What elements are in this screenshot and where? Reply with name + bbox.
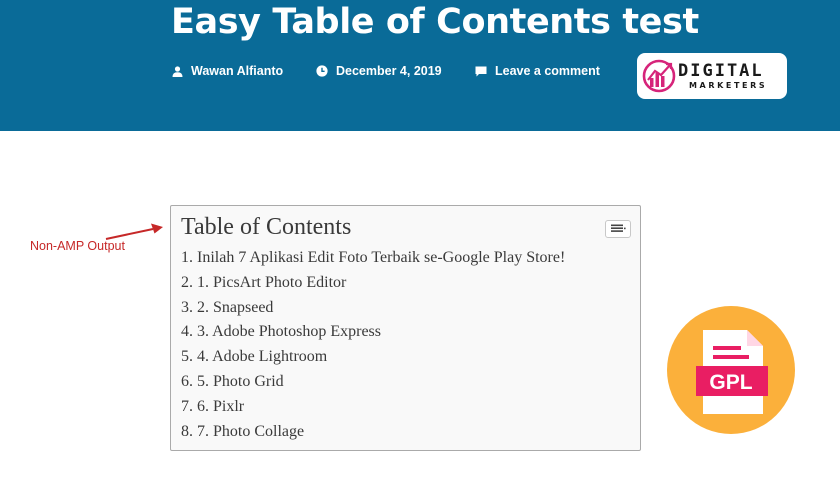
author-name[interactable]: Wawan Alfianto xyxy=(191,64,283,78)
chart-logo-icon xyxy=(642,59,676,93)
toc-title: Table of Contents xyxy=(181,214,352,240)
table-of-contents: Table of Contents 1. Inilah 7 Aplikasi E… xyxy=(170,205,641,451)
toc-link[interactable]: 8. 7. Photo Collage xyxy=(181,420,565,445)
toc-link[interactable]: 3. 2. Snapseed xyxy=(181,296,565,321)
digital-marketers-logo[interactable]: DIGITAL MARKETERS xyxy=(637,53,787,99)
user-icon xyxy=(172,65,183,77)
comment-link-text[interactable]: Leave a comment xyxy=(495,64,600,78)
logo-text-marketers: MARKETERS xyxy=(689,81,768,90)
logo-text-digital: DIGITAL xyxy=(678,61,764,81)
clock-icon xyxy=(316,65,328,77)
annotation-arrow-icon xyxy=(105,223,163,240)
toc-link[interactable]: 6. 5. Photo Grid xyxy=(181,370,565,395)
toc-link[interactable]: 1. Inilah 7 Aplikasi Edit Foto Terbaik s… xyxy=(181,246,565,271)
post-date[interactable]: December 4, 2019 xyxy=(316,64,442,78)
comment-icon xyxy=(475,66,487,76)
list-toggle-icon xyxy=(611,224,626,232)
gpl-badge-text: GPL xyxy=(709,371,752,394)
toc-link[interactable]: 2. 1. PicsArt Photo Editor xyxy=(181,271,565,296)
toc-link[interactable]: 7. 6. Pixlr xyxy=(181,395,565,420)
toc-toggle-button[interactable] xyxy=(605,220,631,238)
date-text[interactable]: December 4, 2019 xyxy=(336,64,442,78)
post-header: Easy Table of Contents test Wawan Alfian… xyxy=(0,0,840,131)
gpl-file-badge: GPL xyxy=(667,306,795,434)
toc-link[interactable]: 5. 4. Adobe Lightroom xyxy=(181,345,565,370)
post-title[interactable]: Easy Table of Contents test xyxy=(171,2,699,42)
post-author[interactable]: Wawan Alfianto xyxy=(172,64,283,78)
toc-list: 1. Inilah 7 Aplikasi Edit Foto Terbaik s… xyxy=(181,246,565,444)
toc-link[interactable]: 4. 3. Adobe Photoshop Express xyxy=(181,320,565,345)
comment-link[interactable]: Leave a comment xyxy=(475,64,600,78)
